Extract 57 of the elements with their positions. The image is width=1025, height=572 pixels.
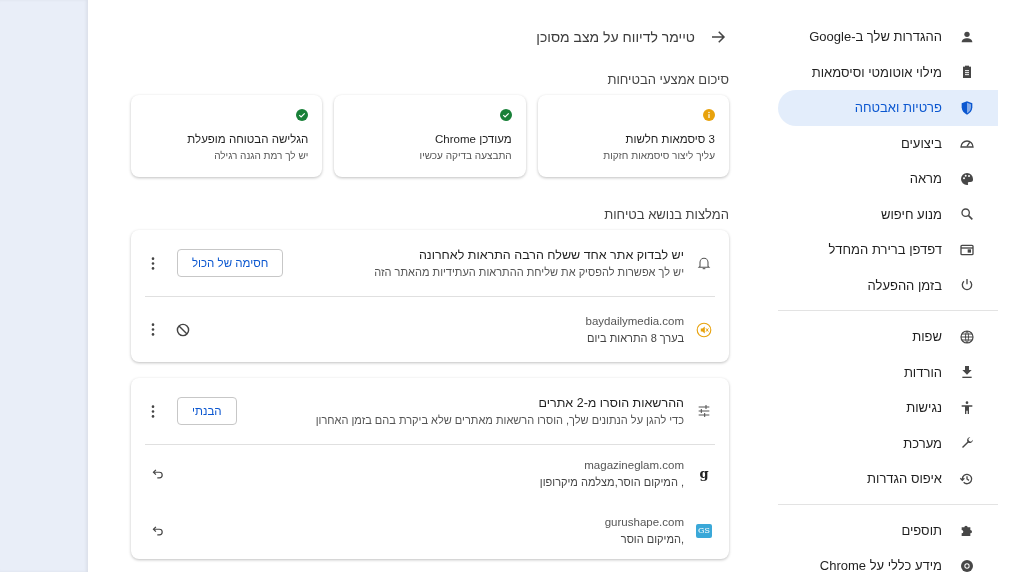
site-domain: gurushape.com xyxy=(603,516,684,528)
accessibility-icon xyxy=(959,399,975,416)
shield-icon xyxy=(959,99,975,116)
section-title: המלצות בנושא בטיחות xyxy=(603,207,729,224)
site-domain: baydailymedia.com xyxy=(584,315,684,327)
block-icon[interactable] xyxy=(175,321,191,338)
sidebar-item[interactable]: ביצועים xyxy=(778,125,998,161)
recommendation-title: ההרשאות הוסרו מ-2 אתרים xyxy=(537,396,684,410)
sidebar-item[interactable]: נגישות xyxy=(778,390,998,426)
back-link[interactable]: טיימר לדיווח על מצב מסוכן xyxy=(131,25,729,49)
sliders-icon xyxy=(696,403,712,419)
action-button[interactable]: חסימה של הכול xyxy=(177,249,284,277)
download-icon xyxy=(959,364,975,381)
summary-card[interactable]: מעודכן Chrome התבצעה בדיקה עכשיו xyxy=(334,95,526,177)
card-title: מעודכן Chrome xyxy=(435,133,512,145)
summary-card[interactable]: 3 סיסמאות חלשות עליך ליצור סיסמאות חזקות xyxy=(537,95,729,177)
site-detail: , המיקום הוסר,מצלמה מיקרופון xyxy=(538,476,684,488)
card-title: 3 סיסמאות חלשות xyxy=(625,133,715,145)
sidebar-item[interactable]: מנוע חיפוש xyxy=(778,196,998,232)
card-title: הגלישה הבטוחה מופעלת xyxy=(187,133,309,145)
site-domain: magazineglam.com xyxy=(583,459,684,471)
undo-icon[interactable] xyxy=(151,466,165,481)
site-detail: ,המיקום הוסר xyxy=(619,533,684,545)
search-icon xyxy=(959,206,975,223)
recommendation-title: יש לבדוק אתר אחד ששלח הרבה התראות לאחרונה xyxy=(417,248,684,262)
summary-card[interactable]: הגלישה הבטוחה מופעלת יש לך רמת הגנה רגילה xyxy=(131,95,323,177)
card-subtitle: עליך ליצור סיסמאות חזקות xyxy=(603,150,715,161)
bell-icon xyxy=(696,255,712,271)
sidebar-item[interactable]: איפוס הגדרות xyxy=(778,461,998,497)
sidebar-item[interactable]: שפות xyxy=(778,319,998,355)
section-title: סיכום אמצעי הבטיחות xyxy=(606,72,729,89)
site-favicon: GS xyxy=(696,523,712,538)
sidebar-item[interactable]: הורדות xyxy=(778,354,998,390)
action-button[interactable]: הבנתי xyxy=(177,397,237,425)
sidebar-item[interactable]: תוספים xyxy=(778,512,998,548)
sidebar-item[interactable]: מילוי אוטומטי וסיסמאות xyxy=(778,54,998,90)
recommendation-description: יש לך אפשרות להפסיק את שליחת ההתראות העתידיות מהאתר הזה xyxy=(373,266,684,278)
sidebar-item[interactable]: פרטיות ואבטחה xyxy=(778,90,998,126)
back-arrow-icon xyxy=(709,28,727,46)
site-detail: בערך 8 התראות ביום xyxy=(585,332,684,344)
muted-speaker-icon xyxy=(696,321,712,338)
sidebar-item[interactable]: דפדפן ברירת המחדל xyxy=(778,232,998,268)
card-subtitle: התבצעה בדיקה עכשיו xyxy=(419,150,512,161)
sidebar-item[interactable]: מערכת xyxy=(778,425,998,461)
globe-icon xyxy=(959,328,975,345)
sidebar-item[interactable]: ההגדרות שלך ב-Google xyxy=(778,19,998,55)
sidebar-item[interactable]: בזמן ההפעלה xyxy=(778,267,998,303)
recommendation-description: כדי להגן על הנתונים שלך, הוסרו הרשאות מאתרים שלא ביקרת בהם בזמן האחרון xyxy=(314,414,684,426)
palette-icon xyxy=(959,170,975,187)
card-subtitle: יש לך רמת הגנה רגילה xyxy=(214,150,309,161)
undo-icon[interactable] xyxy=(151,523,165,538)
more-menu-icon[interactable] xyxy=(151,404,155,418)
sidebar-item[interactable]: מראה xyxy=(778,161,998,197)
more-menu-icon[interactable] xyxy=(151,323,155,336)
sidebar-item[interactable]: מידע כללי על Chrome xyxy=(778,548,998,572)
more-menu-icon[interactable] xyxy=(151,256,155,270)
site-favicon: g xyxy=(698,466,710,481)
